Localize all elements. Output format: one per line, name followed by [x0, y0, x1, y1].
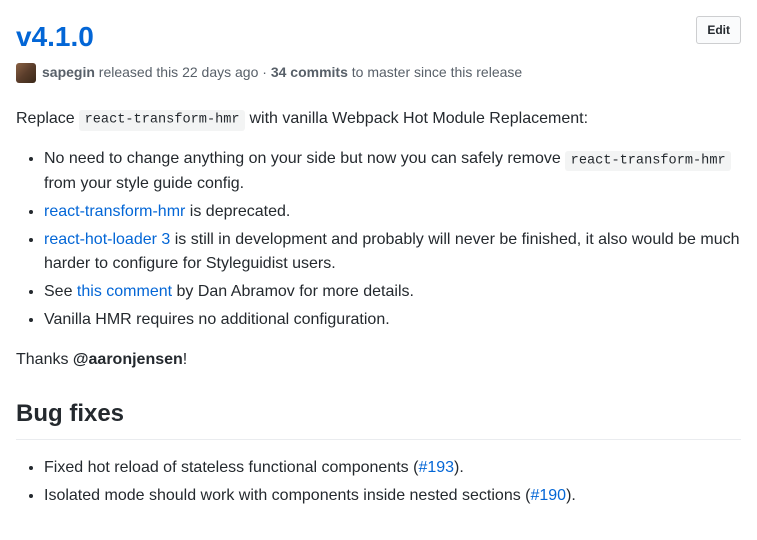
react-hot-loader-link[interactable]: react-hot-loader 3: [44, 231, 170, 248]
issue-190-link[interactable]: #190: [530, 487, 566, 504]
author-avatar[interactable]: [16, 63, 36, 83]
list-item: No need to change anything on your side …: [44, 147, 741, 195]
meta-sep: ·: [262, 64, 267, 80]
bf1-pre: Fixed hot reload of stateless functional…: [44, 459, 418, 476]
mention-link[interactable]: @aaronjensen: [73, 351, 183, 368]
meta-text: sapegin released this 22 days ago · 34 c…: [42, 62, 522, 83]
commits-link[interactable]: 34 commits: [271, 64, 348, 80]
list-item: react-transform-hmr is deprecated.: [44, 200, 741, 224]
react-transform-hmr-link[interactable]: react-transform-hmr: [44, 203, 185, 220]
release-title: v4.1.0: [16, 16, 741, 58]
thanks-post: !: [183, 351, 187, 368]
released-text: released this: [99, 64, 178, 80]
intro-paragraph: Replace react-transform-hmr with vanilla…: [16, 107, 741, 131]
release-body: Replace react-transform-hmr with vanilla…: [16, 107, 741, 508]
issue-193-link[interactable]: #193: [418, 459, 454, 476]
thanks-pre: Thanks: [16, 351, 73, 368]
this-comment-link[interactable]: this comment: [77, 283, 172, 300]
intro-pre: Replace: [16, 110, 79, 127]
release-header: v4.1.0 Edit sapegin released this 22 day…: [16, 16, 741, 83]
intro-post: with vanilla Webpack Hot Module Replacem…: [245, 110, 588, 127]
b1-code: react-transform-hmr: [565, 151, 731, 171]
list-item: Isolated mode should work with component…: [44, 484, 741, 508]
release-age: 22 days ago: [182, 64, 258, 80]
feature-list: No need to change anything on your side …: [16, 147, 741, 331]
commits-trailing: to master since this release: [352, 64, 522, 80]
b1-pre: No need to change anything on your side …: [44, 150, 565, 167]
release-meta: sapegin released this 22 days ago · 34 c…: [16, 62, 741, 83]
author-link[interactable]: sapegin: [42, 64, 95, 80]
edit-button[interactable]: Edit: [696, 16, 741, 44]
b4-pre: See: [44, 283, 77, 300]
bf1-post: ).: [454, 459, 464, 476]
intro-code: react-transform-hmr: [79, 110, 245, 130]
release-title-link[interactable]: v4.1.0: [16, 21, 94, 52]
list-item: react-hot-loader 3 is still in developme…: [44, 228, 741, 276]
bugfixes-heading: Bug fixes: [16, 396, 741, 440]
bf2-post: ).: [566, 487, 576, 504]
bugfix-list: Fixed hot reload of stateless functional…: [16, 456, 741, 508]
b4-post: by Dan Abramov for more details.: [172, 283, 414, 300]
list-item: Vanilla HMR requires no additional confi…: [44, 308, 741, 332]
bf2-pre: Isolated mode should work with component…: [44, 487, 530, 504]
b2-post: is deprecated.: [185, 203, 290, 220]
b1-post: from your style guide config.: [44, 175, 244, 192]
thanks-paragraph: Thanks @aaronjensen!: [16, 348, 741, 372]
list-item: Fixed hot reload of stateless functional…: [44, 456, 741, 480]
list-item: See this comment by Dan Abramov for more…: [44, 280, 741, 304]
